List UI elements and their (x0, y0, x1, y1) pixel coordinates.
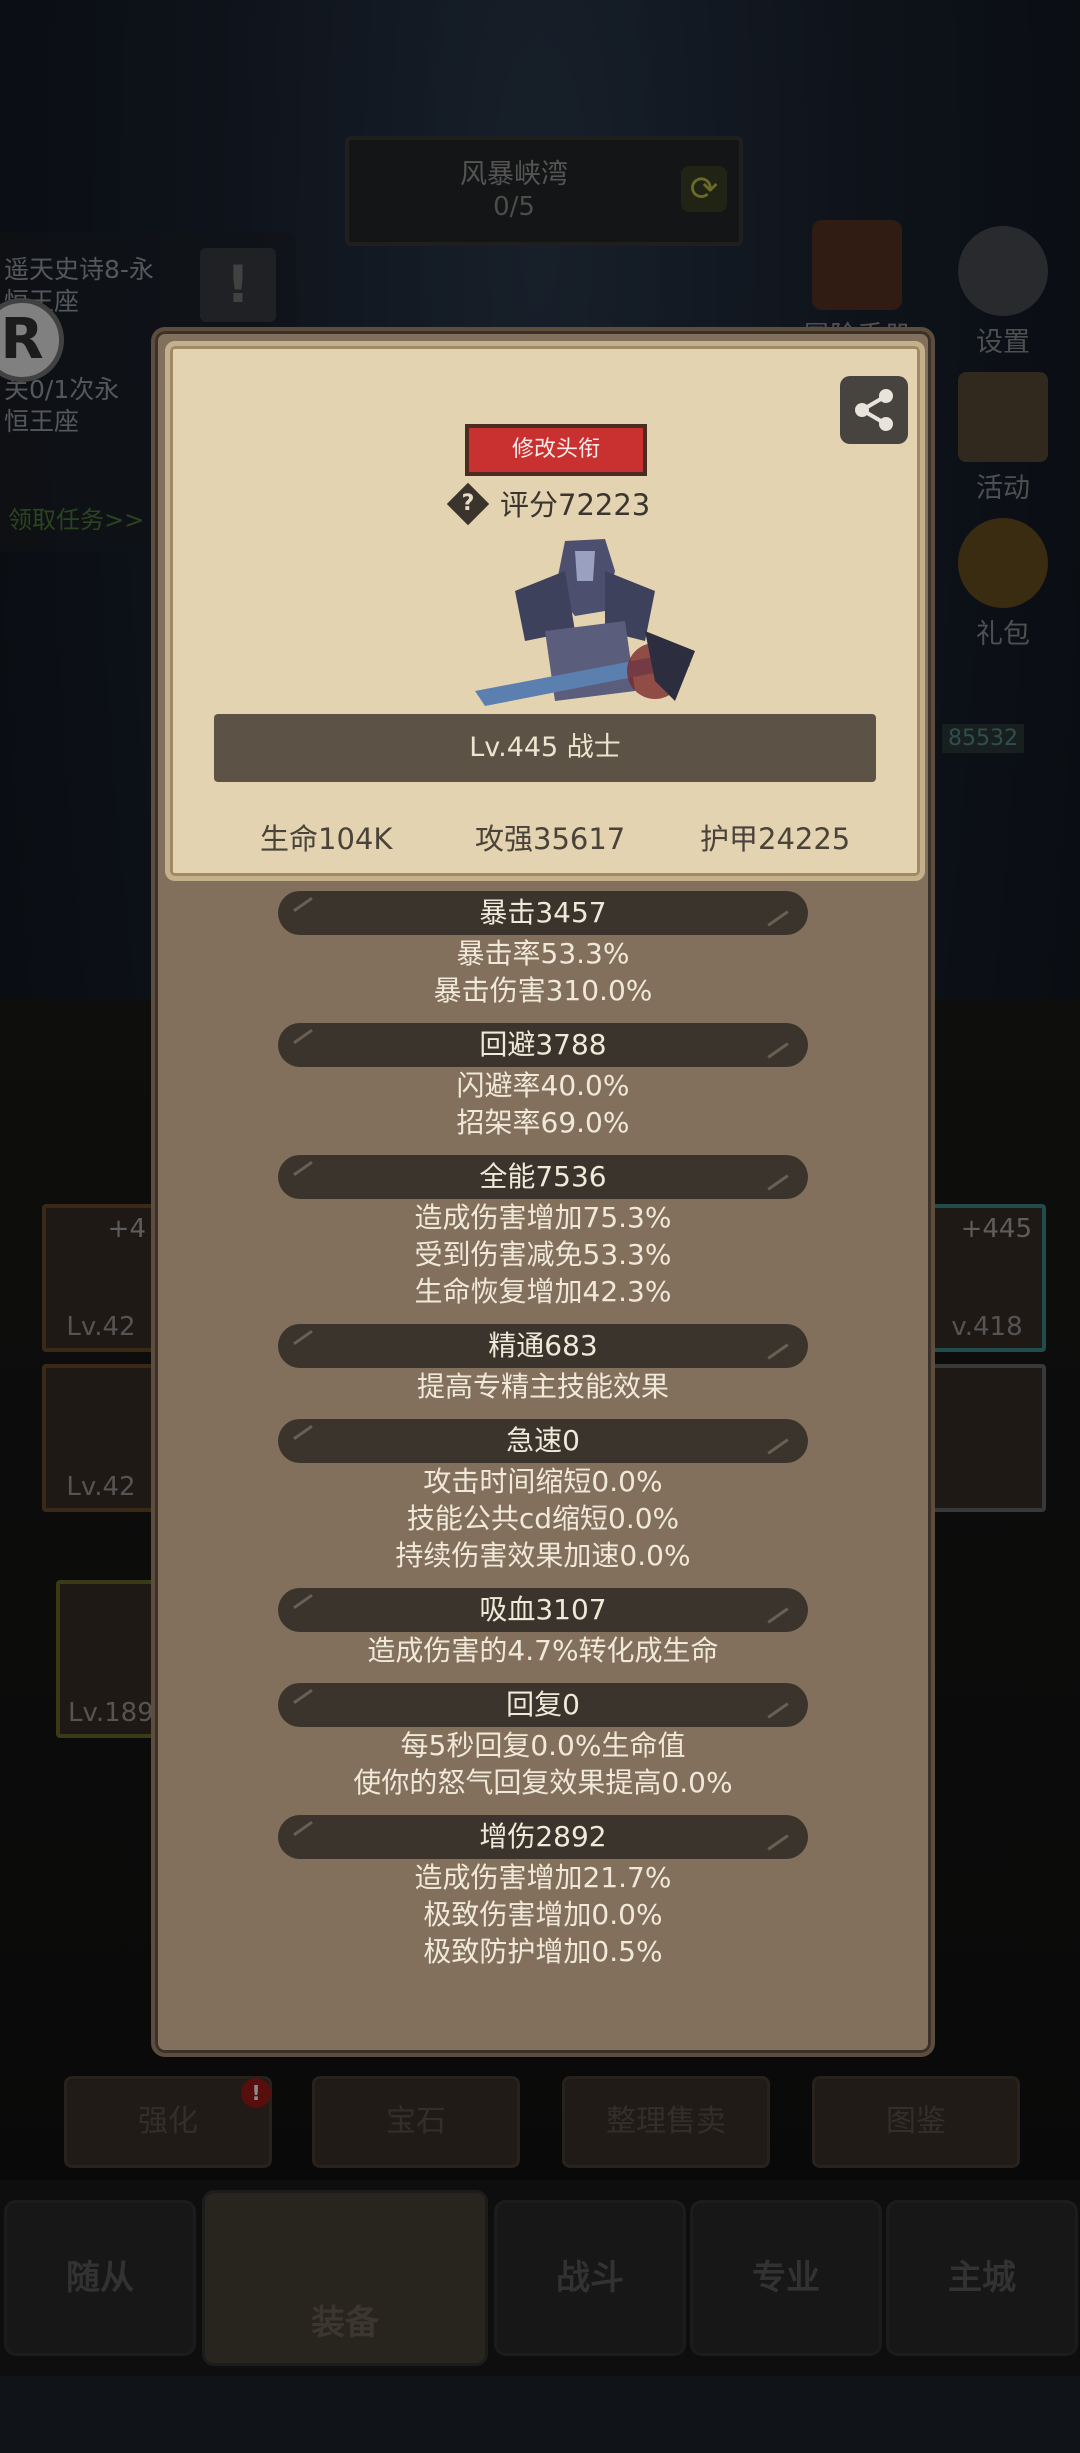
stat-line: 暴击伤害310.0% (433, 974, 653, 1007)
stat-line: 提高专精主技能效果 (416, 1370, 669, 1403)
score-text: 评分72223 (500, 488, 651, 522)
stat-header-leech: 吸血3107 (278, 1588, 808, 1632)
hp-stat: 生命104K (260, 822, 393, 856)
warrior-avatar (475, 539, 695, 706)
level-class-bar: Lv.445 战士 (214, 714, 876, 782)
stat-line: 持续伤害效果加速0.0% (395, 1539, 691, 1572)
stat-line: 极致防护增加0.5% (423, 1935, 663, 1968)
stat-header-crit: 暴击3457 (278, 891, 808, 935)
stat-line: 攻击时间缩短0.0% (423, 1465, 663, 1498)
stat-line: 暴击率53.3% (456, 937, 630, 970)
help-question: ? (461, 491, 475, 516)
stat-line: 闪避率40.0% (456, 1069, 630, 1102)
stat-header-regen: 回复0 (278, 1683, 808, 1727)
stat-header-damage-bonus: 增伤2892 (278, 1815, 808, 1859)
character-info-modal: 修改头衔 ? 评分72223 Lv.445 战士 生命104K 攻强35617 … (151, 327, 935, 2057)
stat-line: 造成伤害的4.7%转化成生命 (367, 1634, 719, 1667)
stat-line: 招架率69.0% (456, 1106, 630, 1139)
stat-line: 造成伤害增加75.3% (414, 1201, 672, 1234)
stat-line: 技能公共cd缩短0.0% (406, 1502, 680, 1535)
attack-stat: 攻强35617 (475, 822, 626, 856)
share-button[interactable] (840, 376, 908, 444)
stat-header-versatility: 全能7536 (278, 1155, 808, 1199)
share-icon (855, 389, 893, 431)
stat-line: 造成伤害增加21.7% (414, 1861, 672, 1894)
stat-line: 受到伤害减免53.3% (414, 1238, 672, 1271)
stats-list: 暴击3457 暴击率53.3% 暴击伤害310.0% 回避3788 闪避率40.… (155, 891, 931, 1970)
stat-line: 极致伤害增加0.0% (423, 1898, 663, 1931)
stat-line: 使你的怒气回复效果提高0.0% (353, 1766, 733, 1799)
stat-line: 生命恢复增加42.3% (414, 1275, 672, 1308)
edit-title-button[interactable]: 修改头衔 (465, 424, 647, 476)
stat-header-mastery: 精通683 (278, 1324, 808, 1368)
stat-line: 每5秒回复0.0%生命值 (400, 1729, 686, 1762)
armor-stat: 护甲24225 (700, 822, 851, 856)
stat-header-dodge: 回避3788 (278, 1023, 808, 1067)
stat-header-haste: 急速0 (278, 1419, 808, 1463)
profile-card: 修改头衔 ? 评分72223 Lv.445 战士 生命104K 攻强35617 … (165, 341, 925, 881)
